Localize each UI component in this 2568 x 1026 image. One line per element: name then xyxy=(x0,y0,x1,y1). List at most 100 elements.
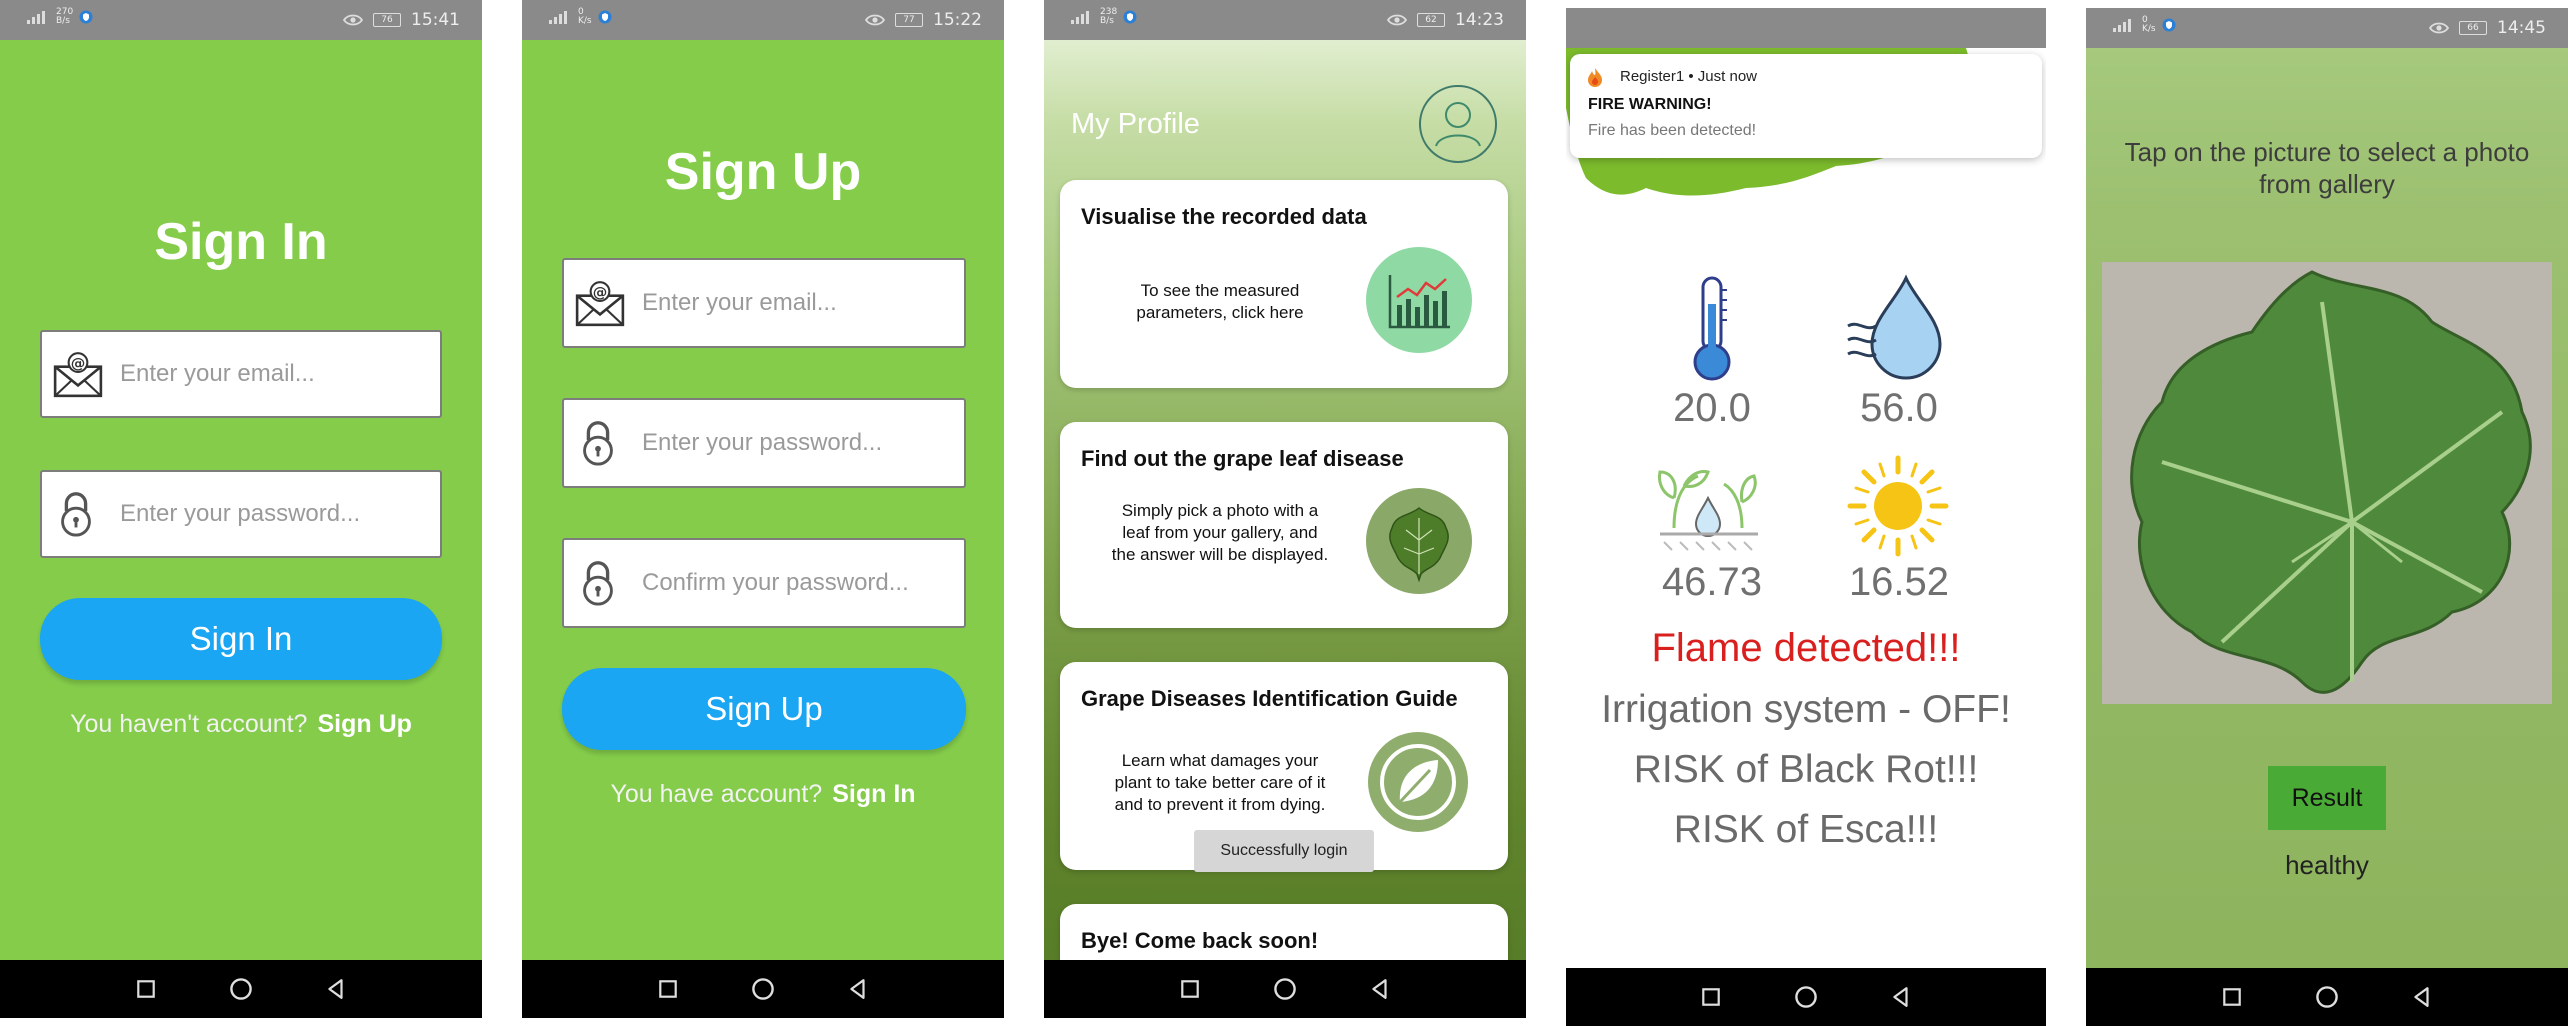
light-value: 16.52 xyxy=(1848,560,1950,604)
password-field[interactable]: Enter your password... xyxy=(562,398,966,488)
leaf-icon xyxy=(1366,488,1472,594)
signin-screen: 270 B/s 76 15:41 Sign In Enter your email… xyxy=(0,0,482,1018)
password-placeholder: Enter your password... xyxy=(642,429,883,456)
instruction-text: Tap on the picture to select a photo fro… xyxy=(2124,137,2530,199)
sign-up-button[interactable]: Sign Up xyxy=(562,668,966,750)
result-button[interactable]: Result xyxy=(2268,766,2386,830)
soil-moisture-icon xyxy=(1658,470,1758,551)
sign-in-link[interactable]: Sign In xyxy=(832,780,915,808)
lock-icon xyxy=(52,488,100,540)
navigation-bar xyxy=(0,960,482,1018)
notification-header: Register1 • Just now xyxy=(1620,68,1757,85)
circle-nav-icon[interactable] xyxy=(1273,977,1297,1001)
card-title: Bye! Come back soon! xyxy=(1081,928,1319,953)
card-text: Simply pick a photo with a leaf from you… xyxy=(1111,501,1329,564)
circle-nav-icon[interactable] xyxy=(1794,985,1818,1009)
eye-icon xyxy=(2429,21,2449,35)
guide-leaf-icon xyxy=(1368,732,1468,832)
clock: 14:23 xyxy=(1455,10,1504,30)
result-label: healthy xyxy=(2285,850,2369,880)
signal-icon xyxy=(2108,18,2136,32)
battery-indicator: 66 xyxy=(2459,21,2487,35)
mail-icon xyxy=(52,348,104,400)
email-field[interactable]: Enter your email... xyxy=(562,258,966,348)
notification[interactable]: Register1 • Just now FIRE WARNING! Fire … xyxy=(1570,54,2042,158)
signal-icon xyxy=(544,10,572,24)
signal-icon xyxy=(22,10,50,24)
confirm-password-placeholder: Confirm your password... xyxy=(642,569,909,596)
email-placeholder: Enter your email... xyxy=(642,289,837,316)
mail-icon xyxy=(574,277,626,329)
battery-indicator: 77 xyxy=(895,13,923,27)
card-title: Visualise the recorded data xyxy=(1081,204,1367,229)
circle-nav-icon[interactable] xyxy=(751,977,775,1001)
eye-icon xyxy=(1387,13,1407,27)
humidity-value: 56.0 xyxy=(1860,386,1938,430)
password-placeholder: Enter your password... xyxy=(120,500,361,527)
water-drop-icon xyxy=(1847,274,1942,380)
back-nav-icon[interactable] xyxy=(2411,986,2433,1008)
net-speed-unit: B/s xyxy=(1100,16,1114,26)
sun-icon xyxy=(1847,455,1949,557)
clock: 14:45 xyxy=(2497,18,2546,38)
email-placeholder: Enter your email... xyxy=(120,360,315,387)
toast-message: Successfully login xyxy=(1194,830,1374,872)
avatar-icon xyxy=(1419,85,1497,163)
temperature-value: 20.0 xyxy=(1673,386,1751,430)
back-nav-icon[interactable] xyxy=(847,978,869,1000)
shield-icon xyxy=(2162,18,2176,32)
page-title: Sign In xyxy=(154,213,328,271)
card-text: Learn what damages your plant to take be… xyxy=(1114,751,1326,814)
navigation-bar xyxy=(1566,968,2046,1026)
notification-title: FIRE WARNING! xyxy=(1588,96,1712,113)
card-title: Find out the grape leaf disease xyxy=(1081,446,1404,471)
sign-in-button[interactable]: Sign In xyxy=(40,598,442,680)
visualise-data-card[interactable]: Visualise the recorded data To see the m… xyxy=(1060,180,1508,388)
sensor-screen: Register1 • Just now FIRE WARNING! Fire … xyxy=(1566,8,2046,1026)
notification-body: Fire has been detected! xyxy=(1588,122,1757,139)
leaf-photo[interactable] xyxy=(2102,262,2552,704)
circle-nav-icon[interactable] xyxy=(2315,985,2339,1009)
email-field[interactable]: Enter your email... xyxy=(40,330,442,418)
signal-icon xyxy=(1066,10,1094,24)
circle-nav-icon[interactable] xyxy=(229,977,253,1001)
flame-alert: Flame detected!!! xyxy=(1651,626,1961,670)
confirm-password-field[interactable]: Confirm your password... xyxy=(562,538,966,628)
notification-app: Register1 xyxy=(1620,68,1685,85)
net-speed-unit: K/s xyxy=(2142,24,2156,34)
square-nav-icon[interactable] xyxy=(1700,986,1722,1008)
square-nav-icon[interactable] xyxy=(135,978,157,1000)
clock: 15:22 xyxy=(933,10,982,30)
profile-screen: 238 B/s 62 14:23 My Profile Visualise the… xyxy=(1044,0,1526,1018)
status-bar: 0 K/s 66 14:45 xyxy=(2086,8,2568,48)
account-prompt-text: You haven't account? xyxy=(70,710,308,738)
eye-icon xyxy=(865,13,885,27)
grape-leaf-image xyxy=(2102,262,2552,704)
avatar[interactable] xyxy=(1418,84,1498,164)
clock: 15:41 xyxy=(411,10,460,30)
irrigation-status: Irrigation system - OFF! xyxy=(1601,688,2011,731)
eye-icon xyxy=(343,13,363,27)
status-bar: 0 K/s 77 15:22 xyxy=(522,0,1004,40)
status-bar xyxy=(1566,8,2046,48)
account-prompt: You haven't account? Sign Up xyxy=(0,710,482,739)
square-nav-icon[interactable] xyxy=(657,978,679,1000)
battery-indicator: 76 xyxy=(373,13,401,27)
back-nav-icon[interactable] xyxy=(325,978,347,1000)
back-nav-icon[interactable] xyxy=(1890,986,1912,1008)
square-nav-icon[interactable] xyxy=(2221,986,2243,1008)
sign-up-link[interactable]: Sign Up xyxy=(317,710,411,738)
back-nav-icon[interactable] xyxy=(1369,978,1391,1000)
navigation-bar xyxy=(522,960,1004,1018)
card-text: To see the measured parameters, click he… xyxy=(1136,281,1304,322)
status-bar: 238 B/s 62 14:23 xyxy=(1044,0,1526,40)
notification-time: Just now xyxy=(1697,68,1757,85)
shield-icon xyxy=(1123,10,1137,24)
lock-icon xyxy=(574,557,622,609)
password-field[interactable]: Enter your password... xyxy=(40,470,442,558)
page-title: My Profile xyxy=(1071,108,1200,140)
black-rot-risk: RISK of Black Rot!!! xyxy=(1633,748,1979,791)
square-nav-icon[interactable] xyxy=(1179,978,1201,1000)
leaf-disease-card[interactable]: Find out the grape leaf disease Simply p… xyxy=(1060,422,1508,628)
net-speed-unit: K/s xyxy=(578,16,592,26)
